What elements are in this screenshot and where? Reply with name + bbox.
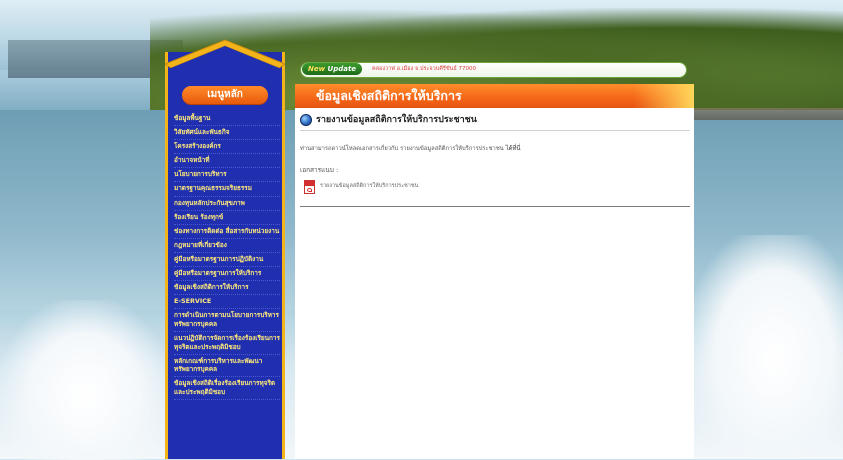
sidebar-roof-icon: [165, 39, 285, 68]
sidebar-item[interactable]: ข้อมูลเชิงสถิติการให้บริการ: [174, 281, 280, 296]
pdf-icon[interactable]: [304, 180, 315, 194]
sidebar-item[interactable]: การดำเนินการตามนโยบายการบริหารทรัพยากรบุ…: [174, 309, 280, 332]
update-text[interactable]: คลองวาฬ อ.เมือง จ.ประจวบคีรีขันธ์ 77000: [372, 64, 476, 74]
background-cloud-right: [690, 235, 843, 459]
sidebar-item[interactable]: หลักเกณฑ์การบริหารและพัฒนาทรัพยากรบุคคล: [174, 355, 280, 378]
update-tag-label: Update: [327, 65, 357, 73]
sidebar-item[interactable]: วิสัยทัศน์และพันธกิจ: [174, 126, 280, 141]
background-pier: [690, 108, 843, 120]
update-tag-new: New: [308, 65, 326, 73]
sidebar-menu: ข้อมูลพื้นฐาน วิสัยทัศน์และพันธกิจ โครงส…: [174, 112, 280, 401]
sidebar-item[interactable]: ข้อมูลพื้นฐาน: [174, 112, 280, 127]
section-title: รายงานข้อมูลสถิติการให้บริการประชาชน: [316, 115, 477, 125]
sidebar-item[interactable]: กองทุนหลักประกันสุขภาพ: [174, 197, 280, 211]
menu-header: เมนูหลัก: [182, 86, 268, 104]
sidebar-item[interactable]: นโยบายการบริหาร: [174, 168, 280, 183]
download-description: ท่านสามารถดาวน์โหลดเอกสารเกี่ยวกับ รายงา…: [300, 144, 521, 154]
sidebar-item[interactable]: E-SERVICE: [174, 295, 280, 310]
sidebar-item[interactable]: แนวปฏิบัติการจัดการเรื่องร้องเรียนการทุจ…: [174, 332, 280, 355]
sidebar-item[interactable]: คู่มือหรือมาตรฐานการให้บริการ: [174, 267, 280, 282]
divider: [300, 206, 690, 207]
content-panel: [295, 108, 694, 459]
update-tag: New Update: [302, 63, 363, 75]
sidebar-item[interactable]: มาตรฐานคุณธรรมจริยธรรม: [174, 182, 280, 197]
sidebar: เมนูหลัก ข้อมูลพื้นฐาน วิสัยทัศน์และพันธ…: [165, 39, 285, 459]
sidebar-item[interactable]: ข้อมูลเชิงสถิติเรื่องร้องเรียนการทุจริตแ…: [174, 377, 280, 401]
attachments-label: เอกสารแนบ :: [300, 166, 339, 174]
sidebar-item[interactable]: ช่องทางการติดต่อ สื่อสารกับหน่วยงาน: [174, 225, 280, 239]
download-here-link[interactable]: ได้ที่นี่: [506, 145, 521, 152]
sidebar-item[interactable]: ร้องเรียน ร้องทุกข์: [174, 211, 280, 225]
page-title: ข้อมูลเชิงสถิติการให้บริการ: [316, 88, 462, 103]
divider: [300, 130, 690, 131]
sidebar-item[interactable]: คู่มือหรือมาตรฐานการปฏิบัติงาน: [174, 253, 280, 268]
sidebar-item[interactable]: โครงสร้างองค์กร: [174, 140, 280, 155]
download-description-text: ท่านสามารถดาวน์โหลดเอกสารเกี่ยวกับ รายงา…: [300, 146, 504, 152]
globe-icon: [300, 114, 312, 126]
background-cloud-left: [0, 300, 170, 460]
sidebar-item[interactable]: อำนาจหน้าที่: [174, 154, 280, 169]
sidebar-item[interactable]: กฎหมายที่เกี่ยวข้อง: [174, 239, 280, 253]
attachment-link[interactable]: รายงานข้อมูลสถิติการให้บริการประชาชน: [320, 182, 418, 191]
